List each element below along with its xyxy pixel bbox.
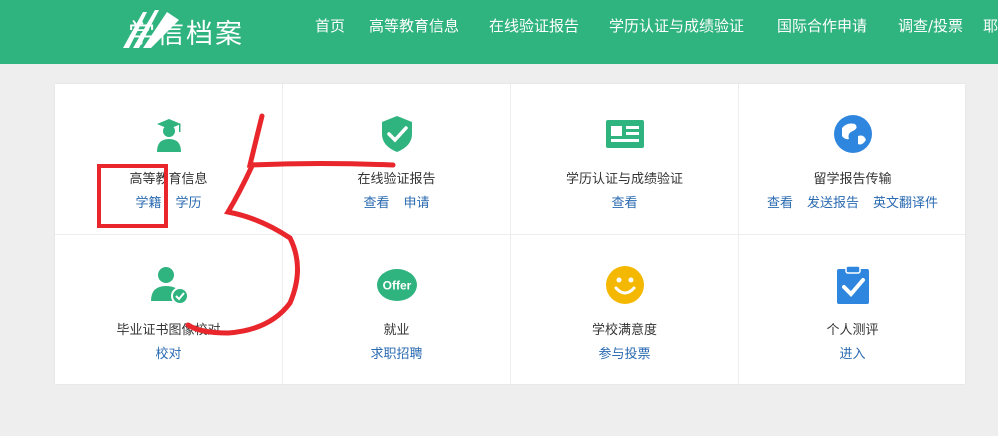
service-links: 求职招聘 [283,343,510,362]
service-links: 查看 发送报告 英文翻译件 [739,192,966,211]
service-title: 在线验证报告 [357,172,436,187]
services-panel: 高等教育信息 学籍 学历 在线验证报告 查看 申请 学历认证与成绩验证 查看 留… [55,84,965,384]
service-personal-assessment: 个人测评 进入 [739,235,966,385]
svg-text:Offer: Offer [382,279,411,293]
service-degree-verification: 学历认证与成绩验证 查看 [511,84,738,234]
link-enter[interactable]: 进入 [839,347,865,362]
user-check-icon [150,267,189,305]
service-title: 留学报告传输 [813,172,892,187]
brand-title[interactable]: 学信档案 [128,12,244,51]
service-higher-education: 高等教育信息 学籍 学历 [55,84,282,234]
clipboard-check-icon [836,265,869,304]
service-links: 进入 [739,343,966,362]
service-diploma-image-check: 毕业证书图像校对 校对 [55,235,282,385]
service-title: 毕业证书图像校对 [116,323,221,338]
link-view[interactable]: 查看 [767,196,793,211]
top-navbar: 学信档案 首页 高等教育信息 在线验证报告 学历认证与成绩验证 国际合作申请 调… [0,0,998,64]
offer-icon: Offer [376,269,417,301]
service-employment: Offer 就业 求职招聘 [283,235,510,385]
link-job-search[interactable]: 求职招聘 [370,347,422,362]
shield-check-icon [381,116,412,152]
link-send-report[interactable]: 发送报告 [807,196,859,211]
service-links: 查看 申请 [283,192,510,211]
globe-icon [833,115,872,153]
service-title: 个人测评 [826,323,879,338]
link-vote[interactable]: 参与投票 [598,347,650,362]
service-links: 学籍 学历 [55,192,282,211]
link-education-record[interactable]: 学历 [176,196,202,211]
link-view[interactable]: 查看 [611,196,637,211]
nav-higher-education[interactable]: 高等教育信息 [369,15,459,36]
smiley-icon [605,266,644,304]
service-title: 学校满意度 [591,323,657,338]
link-english-translation[interactable]: 英文翻译件 [873,196,938,211]
nav-online-report[interactable]: 在线验证报告 [489,15,579,36]
link-apply[interactable]: 申请 [404,196,430,211]
nav-international[interactable]: 国际合作申请 [777,15,867,36]
service-study-abroad-report: 留学报告传输 查看 发送报告 英文翻译件 [739,84,966,234]
id-card-icon [605,120,644,148]
service-title: 高等教育信息 [129,172,208,187]
link-view[interactable]: 查看 [363,196,389,211]
link-check[interactable]: 校对 [155,347,181,362]
nav-more[interactable]: 耶 [983,15,998,36]
service-links: 参与投票 [511,343,738,362]
nav-degree-verification[interactable]: 学历认证与成绩验证 [609,15,744,36]
service-title: 就业 [383,323,410,338]
service-title: 学历认证与成绩验证 [565,172,683,187]
service-links: 校对 [55,343,282,362]
service-online-report: 在线验证报告 查看 申请 [283,84,510,234]
service-school-satisfaction: 学校满意度 参与投票 [511,235,738,385]
nav-home[interactable]: 首页 [315,15,345,36]
graduate-icon [156,119,181,152]
link-student-status[interactable]: 学籍 [135,196,161,211]
nav-survey-vote[interactable]: 调查/投票 [898,15,963,36]
service-links: 查看 [511,192,738,211]
